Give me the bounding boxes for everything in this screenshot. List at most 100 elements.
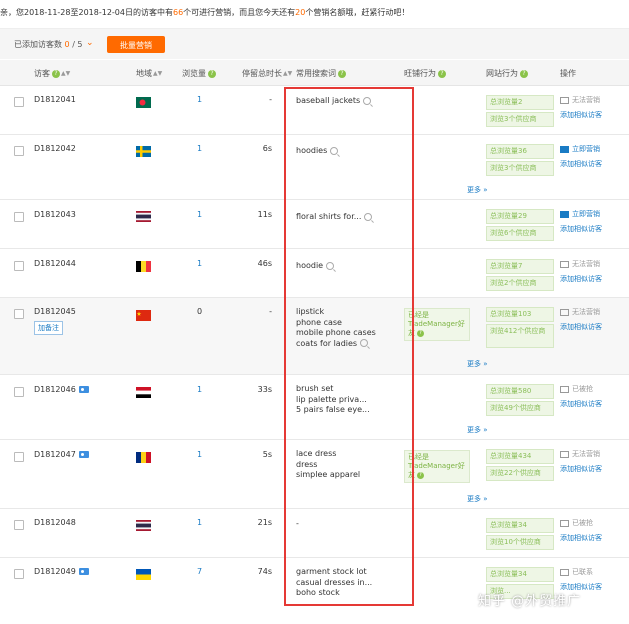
row-checkbox[interactable]	[14, 261, 24, 271]
notice-text: 亲，您2018-11-28至2018-12-04日的访客中有66个可进行营销，而…	[0, 7, 629, 18]
highlight-box	[284, 87, 414, 606]
question-icon[interactable]: ?	[438, 69, 446, 78]
site-suppliers-tag: 浏览10个供应商	[486, 535, 554, 550]
add-similar-link[interactable]: 添加相似访客	[560, 464, 602, 474]
site-views-tag: 总浏览量34	[486, 518, 554, 533]
views-value[interactable]: 1	[197, 450, 202, 459]
stay-duration: 74s	[257, 567, 272, 576]
row-checkbox[interactable]	[14, 146, 24, 156]
sort-icon[interactable]: ▲▼	[61, 70, 70, 77]
added-label: 已添加访客数	[14, 40, 62, 49]
column-label: 地域	[136, 69, 152, 78]
stay-duration: 46s	[257, 259, 272, 268]
column-action: 操作	[560, 69, 576, 78]
action-label: 立即营销	[572, 210, 600, 218]
action-label: 已被抢	[572, 519, 593, 527]
market-now-button[interactable]: 立即营销	[560, 209, 600, 219]
marketable-count: 66	[172, 8, 184, 17]
action-status: 无法营销	[560, 449, 600, 459]
question-icon[interactable]: ?	[52, 69, 60, 78]
more-label: 更多	[467, 426, 481, 434]
flag-thailand-icon	[136, 211, 151, 222]
add-similar-link[interactable]: 添加相似访客	[560, 322, 602, 332]
mail-icon	[560, 450, 569, 458]
stay-duration: -	[269, 307, 272, 316]
question-icon[interactable]: ?	[417, 329, 424, 337]
flag-ukraine-icon	[136, 569, 151, 580]
row-checkbox[interactable]	[14, 520, 24, 530]
question-icon[interactable]: ?	[417, 471, 424, 479]
add-similar-link[interactable]: 添加相似访客	[560, 274, 602, 284]
more-link[interactable]: 更多 »	[467, 185, 488, 195]
more-link[interactable]: 更多 »	[467, 494, 488, 504]
row-checkbox[interactable]	[14, 387, 24, 397]
add-similar-link[interactable]: 添加相似访客	[560, 110, 602, 120]
question-icon[interactable]: ?	[338, 69, 346, 78]
action-label: 已被抢	[572, 385, 593, 393]
vip-card-icon	[78, 568, 89, 575]
action-label: 无法营销	[572, 96, 600, 104]
question-icon[interactable]: ?	[208, 69, 216, 78]
site-suppliers-tag: 浏览3个供应商	[486, 112, 554, 127]
row-checkbox[interactable]	[14, 569, 24, 579]
stay-duration: 21s	[257, 518, 272, 527]
site-views-tag: 总浏览量2	[486, 95, 554, 110]
add-similar-link[interactable]: 添加相似访客	[560, 159, 602, 169]
visitor-id: D1812049	[34, 567, 76, 576]
row-checkbox[interactable]	[14, 452, 24, 462]
views-value[interactable]: 1	[197, 385, 202, 394]
toolbar: 已添加访客数 0 / 5 ⌄ 批量营销	[0, 28, 629, 59]
views-value[interactable]: 1	[197, 144, 202, 153]
quota-count: 20	[295, 8, 306, 17]
site-suppliers-tag: 浏览3个供应商	[486, 161, 554, 176]
chevron-down-icon[interactable]: ⌄	[86, 38, 94, 48]
question-icon[interactable]: ?	[520, 69, 528, 78]
row-checkbox[interactable]	[14, 212, 24, 222]
column-views: 浏览量?	[182, 68, 216, 79]
views-value[interactable]: 1	[197, 95, 202, 104]
row-checkbox[interactable]	[14, 309, 24, 319]
add-note-button[interactable]: 加备注	[34, 321, 63, 335]
more-link[interactable]: 更多 »	[467, 425, 488, 435]
add-similar-link[interactable]: 添加相似访客	[560, 533, 602, 543]
site-suppliers-tag: 浏览22个供应商	[486, 466, 554, 481]
column-site-behavior: 网站行为?	[486, 68, 528, 79]
notice-part: 亲，您2018-11-28至2018-12-04日的访客中有	[0, 8, 173, 17]
action-label: 无法营销	[572, 450, 600, 458]
column-label: 浏览量	[182, 69, 206, 78]
mail-icon	[560, 519, 569, 527]
action-label: 已联系	[572, 568, 593, 576]
action-status: 无法营销	[560, 95, 600, 105]
add-similar-link[interactable]: 添加相似访客	[560, 224, 602, 234]
more-link[interactable]: 更多 »	[467, 359, 488, 369]
table-header: 访客? ▲▼ 地域▲▼ 浏览量? 停留总时长▲▼ 常用搜索词? 旺铺行为? 网站行…	[0, 60, 629, 86]
stay-duration: 33s	[257, 385, 272, 394]
site-views-tag: 总浏览量34	[486, 567, 554, 582]
sort-icon[interactable]: ▲▼	[153, 70, 162, 77]
site-suppliers-tag: 浏览2个供应商	[486, 276, 554, 291]
vip-card-icon	[78, 451, 89, 458]
row-checkbox[interactable]	[14, 97, 24, 107]
flag-china-icon	[136, 310, 151, 321]
stay-duration: 11s	[257, 210, 272, 219]
views-value[interactable]: 7	[197, 567, 202, 576]
market-now-button[interactable]: 立即营销	[560, 144, 600, 154]
action-label: 立即营销	[572, 145, 600, 153]
bulk-marketing-button[interactable]: 批量营销	[107, 36, 165, 53]
stay-duration: 6s	[262, 144, 272, 153]
action-status: 已被抢	[560, 518, 593, 528]
watermark: 知乎 @外贸推广	[478, 594, 582, 609]
added-current: 0	[64, 40, 70, 49]
add-similar-link[interactable]: 添加相似访客	[560, 399, 602, 409]
column-stay: 停留总时长▲▼	[242, 68, 292, 79]
visitor-id: D1812048	[34, 518, 76, 527]
flag-belgium-icon	[136, 261, 151, 272]
action-label: 无法营销	[572, 308, 600, 316]
views-value[interactable]: 1	[197, 518, 202, 527]
site-views-tag: 总浏览量7	[486, 259, 554, 274]
sort-icon[interactable]: ▲▼	[283, 70, 292, 77]
visitor-id: D1812041	[34, 95, 76, 104]
visitor-id: D1812046	[34, 385, 76, 394]
views-value[interactable]: 1	[197, 259, 202, 268]
views-value[interactable]: 1	[197, 210, 202, 219]
